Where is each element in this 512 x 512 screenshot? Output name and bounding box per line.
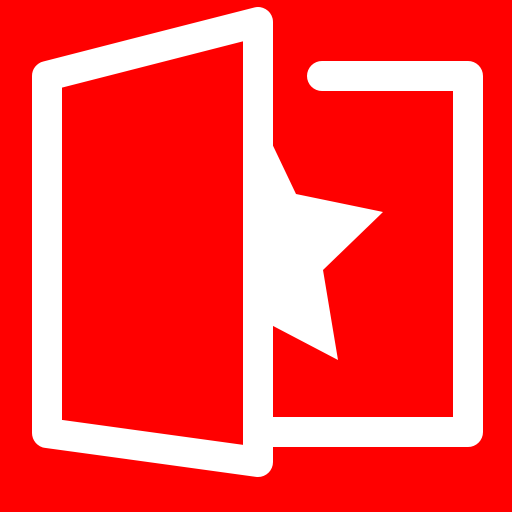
door-panel-icon <box>32 7 273 477</box>
open-door-star-app-icon <box>0 0 512 512</box>
